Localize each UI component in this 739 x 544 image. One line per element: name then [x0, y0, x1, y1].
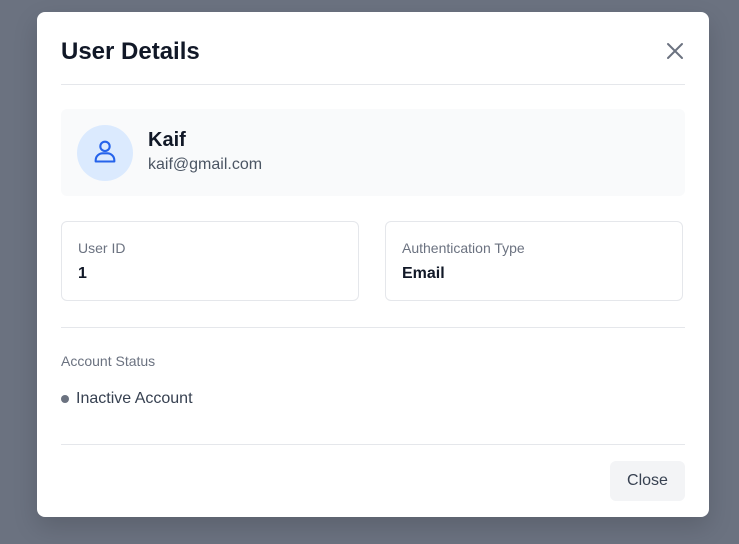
status-dot-icon: [61, 395, 69, 403]
avatar: [77, 125, 133, 181]
user-icon: [91, 137, 119, 170]
account-status-value: Inactive Account: [76, 390, 193, 407]
section-divider: [61, 327, 685, 328]
auth-type-value: Email: [402, 265, 445, 282]
close-button[interactable]: Close: [610, 461, 685, 501]
modal-title: User Details: [61, 38, 200, 65]
user-id-label: User ID: [78, 240, 126, 256]
user-details-modal: User Details Kaif kaif@gmail.com User ID…: [37, 12, 709, 517]
account-status: Inactive Account: [61, 389, 193, 409]
modal-header: User Details: [61, 12, 685, 85]
auth-type-card: Authentication Type Email: [385, 221, 683, 301]
user-id-value: 1: [78, 265, 87, 282]
footer-divider: [61, 444, 685, 445]
user-name: Kaif: [148, 129, 186, 151]
account-status-label: Account Status: [61, 353, 156, 369]
profile-card: Kaif kaif@gmail.com: [61, 109, 685, 196]
close-icon[interactable]: [663, 39, 687, 63]
auth-type-label: Authentication Type: [402, 240, 525, 256]
user-email: kaif@gmail.com: [148, 156, 263, 173]
user-id-card: User ID 1: [61, 221, 359, 301]
